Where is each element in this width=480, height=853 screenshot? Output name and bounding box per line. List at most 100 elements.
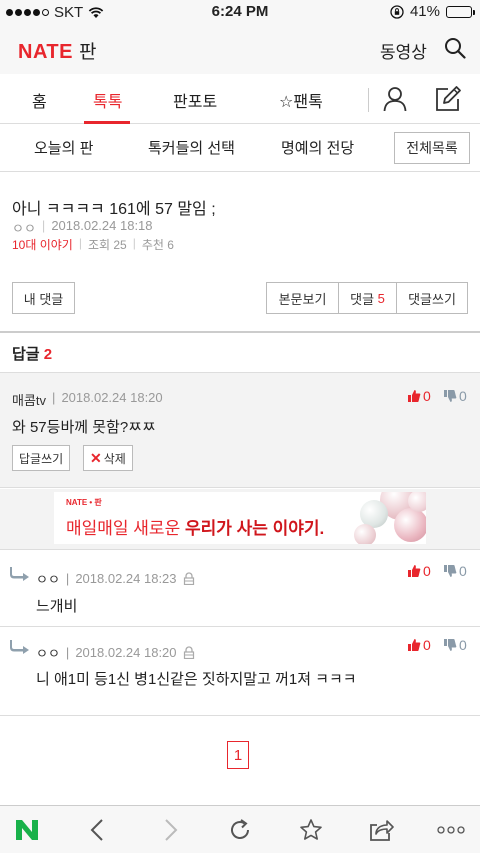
upvote-count: 0 — [423, 637, 431, 653]
thumbs-up-icon — [408, 639, 421, 651]
all-list-button[interactable]: 전체목록 — [394, 132, 470, 164]
reply-date: 2018.02.24 18:23 — [75, 571, 177, 586]
subnav-today[interactable]: 오늘의 판 — [34, 137, 93, 158]
meta-separator: | — [132, 236, 136, 250]
app-header: NATE 판 동영상 — [0, 24, 480, 74]
main-tabs: 홈 톡톡 판포토 ☆팬톡 — [0, 74, 480, 124]
status-bar: SKT 6:24 PM 41% — [0, 0, 480, 24]
nate-home-button[interactable] — [12, 816, 42, 844]
upvote-count: 0 — [423, 388, 431, 404]
ad-area: NATE • 판 매일매일 새로운 우리가 사는 이야기. — [0, 489, 480, 549]
meta-separator: | — [65, 645, 70, 660]
thumbs-down-icon — [444, 390, 457, 402]
meta-separator: | — [41, 218, 46, 233]
ad-banner[interactable]: NATE • 판 매일매일 새로운 우리가 사는 이야기. — [54, 492, 426, 544]
post-recommends: 추천 6 — [141, 238, 174, 252]
comments-count: 5 — [377, 290, 385, 306]
delete-label: 삭제 — [103, 451, 126, 466]
post-views: 조회 25 — [87, 238, 127, 252]
back-button[interactable] — [82, 816, 112, 844]
chevron-left-icon — [90, 819, 103, 841]
view-post-button[interactable]: 본문보기 — [266, 282, 339, 314]
video-link[interactable]: 동영상 — [380, 38, 427, 63]
browser-toolbar — [0, 805, 480, 853]
refresh-button[interactable] — [225, 816, 255, 844]
chevron-right-icon — [165, 819, 178, 841]
ad-text-plain: 매일매일 새로운 — [66, 519, 185, 538]
comment-author[interactable]: 매콤tv — [12, 390, 46, 409]
subnav-hall-of-fame[interactable]: 명예의 전당 — [281, 137, 354, 158]
reply-author[interactable]: ㅇㅇ — [36, 569, 60, 588]
thumbs-down-icon — [444, 639, 457, 651]
tab-toktok[interactable]: 톡톡 — [93, 88, 122, 112]
subnav-talkers-choice[interactable]: 톡커들의 선택 — [148, 137, 235, 158]
reply-button[interactable]: 답글쓰기 — [12, 445, 71, 471]
nate-pan-logo[interactable]: NATE 판 — [18, 37, 96, 64]
reply-item: ㅇㅇ | 2018.02.24 18:20 0 0 니 애1미 등1신 병1신같… — [0, 627, 480, 715]
delete-button[interactable]: ✕ 삭제 — [83, 445, 133, 471]
nate-n-icon — [16, 820, 38, 840]
bookmark-button[interactable] — [296, 816, 326, 844]
battery-icon — [446, 5, 475, 18]
tab-panpoto[interactable]: 판포토 — [173, 88, 217, 112]
ad-text-bold: 우리가 사는 이야기. — [184, 519, 325, 538]
reply-date: 2018.02.24 18:20 — [75, 645, 177, 660]
thumbs-down-icon — [444, 565, 457, 577]
user-icon[interactable] — [383, 86, 407, 112]
write-icon[interactable] — [434, 85, 462, 113]
my-comments-button[interactable]: 내 댓글 — [12, 282, 75, 314]
downvote-button[interactable]: 0 — [443, 637, 467, 653]
tabs-divider — [368, 88, 369, 112]
post-date: 2018.02.24 18:18 — [51, 218, 153, 233]
upvote-button[interactable]: 0 — [407, 563, 431, 579]
search-icon[interactable] — [444, 37, 466, 59]
reply-author[interactable]: ㅇㅇ — [36, 643, 60, 662]
post-category[interactable]: 10대 이야기 — [12, 236, 73, 253]
comment-date: 2018.02.24 18:20 — [61, 390, 163, 405]
tab-fantok[interactable]: ☆팬톡 — [279, 88, 323, 112]
comments-button[interactable]: 댓글 5 — [338, 282, 397, 314]
thumbs-up-icon — [408, 390, 421, 402]
battery-percent: 41% — [409, 3, 440, 20]
replies-heading: 답글 2 — [12, 343, 52, 364]
logo-nate: NATE — [18, 41, 73, 63]
reply-meta: ㅇㅇ | 2018.02.24 18:20 — [36, 643, 195, 662]
reply-meta: ㅇㅇ | 2018.02.24 18:23 — [36, 569, 195, 588]
downvote-count: 0 — [459, 388, 467, 404]
reply-text: 니 애1미 등1신 병1신같은 짓하지말고 꺼1져 ㅋㅋㅋ — [36, 671, 357, 688]
upvote-button[interactable]: 0 — [407, 388, 431, 404]
more-button[interactable] — [436, 816, 466, 844]
comment-item: 매콤tv | 2018.02.24 18:20 0 0 와 57등바께 못함?ㅉ… — [0, 372, 480, 488]
tab-home[interactable]: 홈 — [32, 88, 47, 112]
downvote-button[interactable]: 0 — [443, 563, 467, 579]
downvote-button[interactable]: 0 — [443, 388, 467, 404]
thumbs-up-icon — [408, 565, 421, 577]
comment-text: 와 57등바께 못함?ㅉㅉ — [12, 419, 156, 436]
battery-status: 41% — [390, 3, 475, 20]
share-button[interactable] — [366, 816, 396, 844]
more-dots-icon — [437, 826, 465, 834]
post-author: ㅇㅇ — [12, 221, 36, 236]
meta-separator: | — [52, 390, 56, 405]
replies-label: 답글 — [12, 346, 40, 363]
write-comment-button[interactable]: 댓글쓰기 — [396, 282, 468, 314]
delete-x-icon: ✕ — [90, 449, 102, 466]
forward-button[interactable] — [156, 816, 186, 844]
sub-nav: 오늘의 판 톡커들의 선택 명예의 전당 전체목록 — [0, 124, 480, 172]
comments-label: 댓글 — [350, 291, 375, 307]
reply-arrow-icon — [10, 640, 29, 654]
meta-separator: | — [78, 236, 82, 250]
post-title: 아니 ㅋㅋㅋㅋ 161에 57 말임 ; — [12, 201, 216, 218]
ad-text: 매일매일 새로운 우리가 사는 이야기. — [66, 514, 324, 539]
section-divider — [0, 331, 480, 333]
lock-icon — [183, 572, 194, 585]
post-stats: 10대 이야기 | 조회 25 | 추천 6 — [12, 236, 174, 253]
lock-icon — [183, 646, 194, 659]
page-number-current[interactable]: 1 — [227, 741, 249, 769]
upvote-button[interactable]: 0 — [407, 637, 431, 653]
replies-count: 2 — [43, 346, 53, 363]
refresh-icon — [231, 819, 249, 839]
post-meta: ㅇㅇ | 2018.02.24 18:18 — [12, 218, 153, 237]
comment-meta: 매콤tv | 2018.02.24 18:20 — [12, 390, 163, 409]
logo-section: 판 — [78, 42, 97, 63]
